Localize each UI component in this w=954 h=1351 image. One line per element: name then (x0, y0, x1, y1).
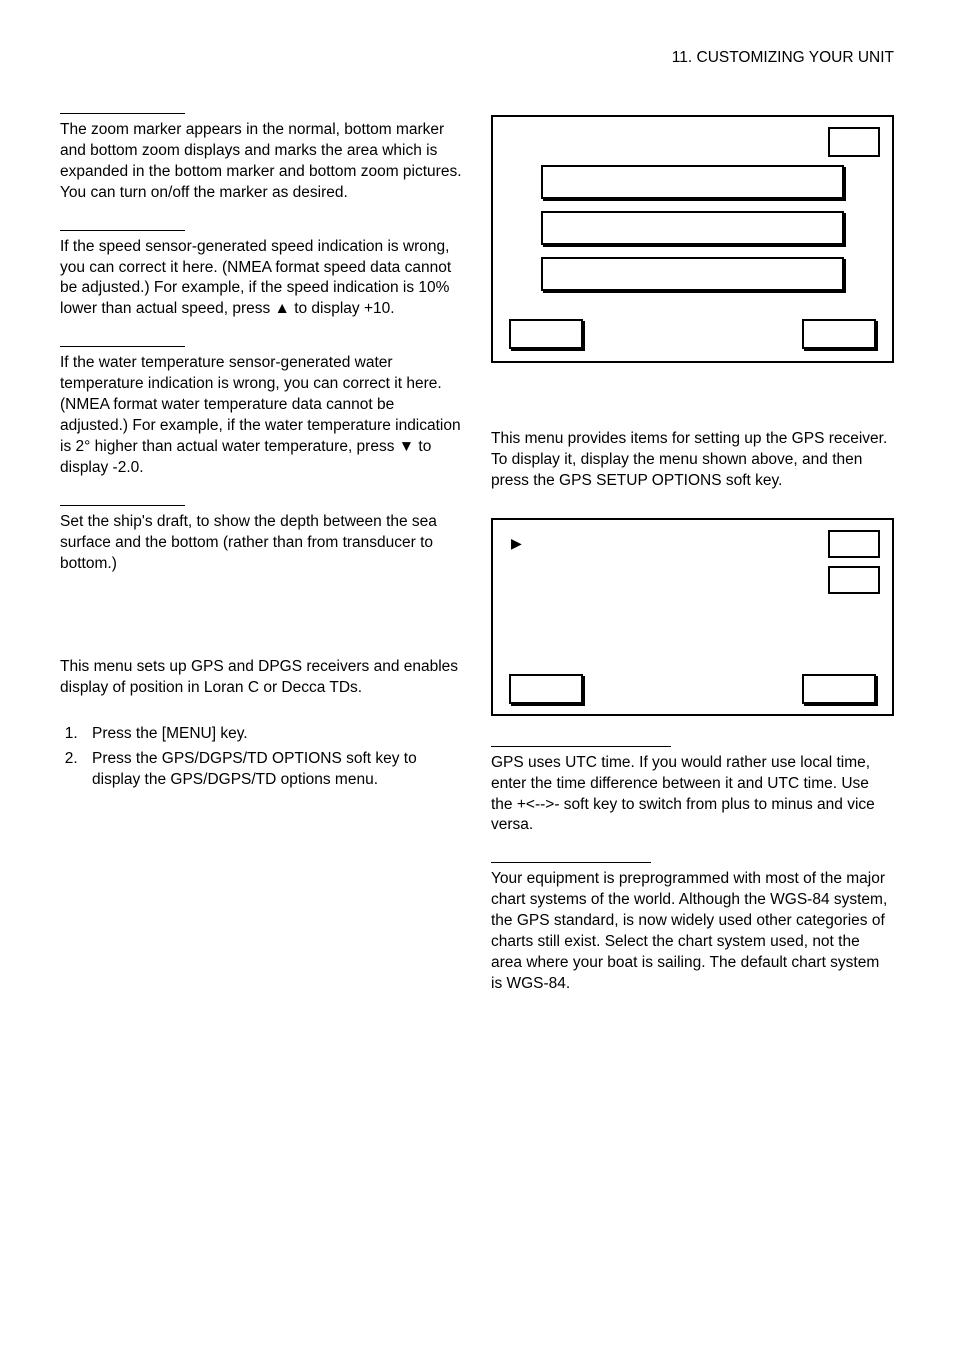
body-text: This menu provides items for setting up … (491, 429, 894, 492)
page-header: 11. CUSTOMIZING YOUR UNIT (60, 48, 894, 69)
figure-corner-box (505, 127, 880, 157)
body-text: Your equipment is preprogrammed with mos… (491, 869, 894, 995)
section-rule (491, 746, 671, 747)
right-column: This menu provides items for setting up … (491, 113, 894, 1021)
section-chart-system: Your equipment is preprogrammed with mos… (491, 862, 894, 995)
section-local-time: GPS uses UTC time. If you would rather u… (491, 746, 894, 837)
figure-bottom-row (505, 674, 880, 706)
figure-button-box (509, 674, 583, 704)
body-text: This menu sets up GPS and DPGS receivers… (60, 657, 463, 699)
section-rule (60, 230, 185, 231)
figure-right-boxes (828, 530, 880, 594)
placeholder-box (828, 127, 880, 157)
body-text: The zoom marker appears in the normal, b… (60, 120, 463, 204)
figure-row-box (541, 211, 844, 245)
figure-gps-setup-menu: ▶ (491, 518, 894, 716)
body-text: If the speed sensor-generated speed indi… (60, 237, 463, 321)
body-text: Set the ship's draft, to show the depth … (60, 512, 463, 575)
section-gps-setup: This menu provides items for setting up … (491, 429, 894, 492)
section-rule (60, 505, 185, 506)
list-item: Press the [MENU] key. (82, 724, 463, 745)
placeholder-box (828, 530, 880, 558)
figure-button-box (802, 674, 876, 704)
numbered-steps: Press the [MENU] key. Press the GPS/DGPS… (60, 724, 463, 791)
section-rule (60, 113, 185, 114)
section-rule (60, 346, 185, 347)
left-column: The zoom marker appears in the normal, b… (60, 113, 463, 1021)
figure-row-box (541, 257, 844, 291)
section-gps-menu-intro: This menu sets up GPS and DPGS receivers… (60, 657, 463, 699)
placeholder-box (828, 566, 880, 594)
section-speed-adjust: If the speed sensor-generated speed indi… (60, 230, 463, 321)
section-rule (491, 862, 651, 863)
two-column-layout: The zoom marker appears in the normal, b… (60, 113, 894, 1021)
body-text: GPS uses UTC time. If you would rather u… (491, 753, 894, 837)
figure-button-box (802, 319, 876, 349)
figure-button-box (509, 319, 583, 349)
section-draft: Set the ship's draft, to show the depth … (60, 505, 463, 575)
pointer-icon: ▶ (505, 530, 522, 553)
figure-row-box (541, 165, 844, 199)
figure-bottom-row (505, 319, 880, 351)
figure-options-menu (491, 115, 894, 363)
figure-top-row: ▶ (505, 530, 880, 594)
body-text: If the water temperature sensor-generate… (60, 353, 463, 479)
section-temp-adjust: If the water temperature sensor-generate… (60, 346, 463, 479)
section-zoom-marker: The zoom marker appears in the normal, b… (60, 113, 463, 204)
list-item: Press the GPS/DGPS/TD OPTIONS soft key t… (82, 749, 463, 791)
